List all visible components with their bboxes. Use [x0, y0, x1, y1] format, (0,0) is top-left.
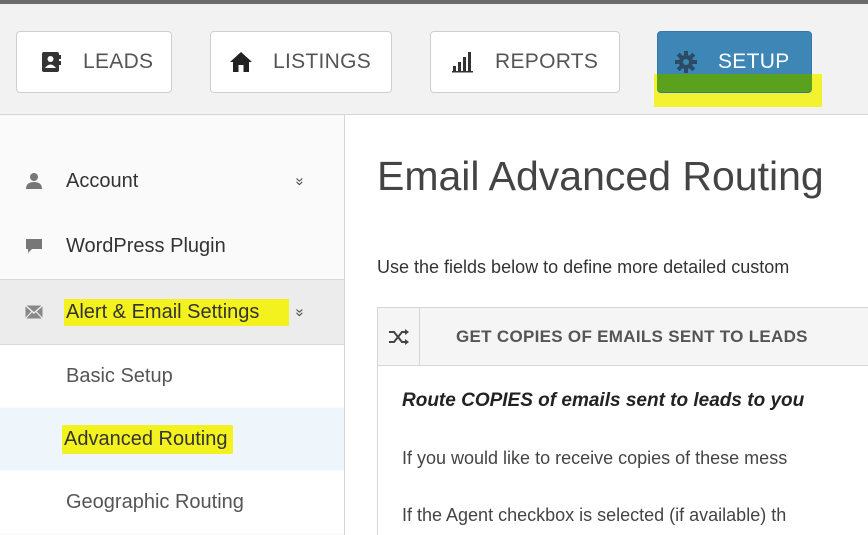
- panel-heading: GET COPIES OF EMAILS SENT TO LEADS: [456, 326, 808, 346]
- home-icon: [229, 50, 253, 74]
- nav-leads-button[interactable]: LEADS: [16, 31, 172, 93]
- chevron-down-icon[interactable]: »: [292, 308, 309, 316]
- sidebar-item-wordpress-plugin[interactable]: WordPress Plugin: [0, 214, 344, 278]
- gear-icon: [674, 50, 698, 74]
- sidebar-subitem-label: Advanced Routing: [62, 424, 234, 454]
- main-content: Email Advanced Routing Use the fields be…: [345, 115, 868, 535]
- setup-active-indicator: [657, 74, 812, 92]
- top-navigation: LEADS LISTINGS REPORTS SETUP: [0, 0, 868, 115]
- sidebar-item-label: Alert & Email Settings: [64, 298, 290, 326]
- sidebar-subitem-advanced-routing[interactable]: Advanced Routing: [0, 408, 344, 470]
- bar-chart-icon: [451, 50, 475, 74]
- sidebar-item-label: WordPress Plugin: [66, 234, 226, 257]
- sidebar-item-alert-email-settings[interactable]: Alert & Email Settings »: [0, 279, 344, 345]
- nav-reports-button[interactable]: REPORTS: [430, 31, 620, 93]
- nav-reports-label: REPORTS: [495, 50, 599, 73]
- envelope-icon: [24, 302, 44, 322]
- nav-leads-label: LEADS: [83, 50, 154, 73]
- page-title: Email Advanced Routing: [377, 153, 824, 199]
- panel-paragraph: If the Agent checkbox is selected (if av…: [402, 505, 787, 525]
- sidebar: Account » WordPress Plugin Alert & Email…: [0, 115, 345, 535]
- nav-listings-label: LISTINGS: [273, 50, 372, 73]
- speech-bubble-icon: [24, 236, 44, 256]
- sidebar-item-label: Account: [66, 169, 139, 192]
- sidebar-subitem-basic-setup[interactable]: Basic Setup: [0, 345, 344, 407]
- nav-setup-label: SETUP: [718, 50, 790, 73]
- intro-text: Use the fields below to define more deta…: [377, 257, 790, 277]
- panel-body: Route COPIES of emails sent to leads to …: [378, 366, 868, 526]
- sidebar-subitem-label: Geographic Routing: [66, 490, 244, 513]
- contact-card-icon: [39, 50, 63, 74]
- user-icon: [24, 171, 44, 191]
- panel-paragraph: If you would like to receive copies of t…: [402, 448, 788, 468]
- chevron-down-icon[interactable]: »: [292, 177, 309, 185]
- shuffle-icon: [378, 307, 420, 366]
- panel-header[interactable]: GET COPIES OF EMAILS SENT TO LEADS: [378, 307, 868, 366]
- panel-lead-text: Route COPIES of emails sent to leads to …: [402, 390, 805, 411]
- nav-listings-button[interactable]: LISTINGS: [210, 31, 392, 93]
- routing-panel: GET COPIES OF EMAILS SENT TO LEADS Route…: [377, 307, 868, 535]
- sidebar-subitem-geographic-routing[interactable]: Geographic Routing: [0, 471, 344, 533]
- sidebar-subitem-label: Basic Setup: [66, 364, 173, 387]
- sidebar-item-account[interactable]: Account »: [0, 149, 344, 213]
